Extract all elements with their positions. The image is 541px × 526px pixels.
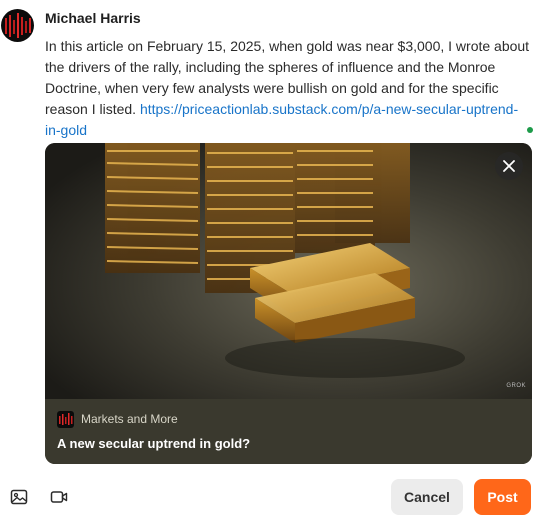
link-preview-card[interactable]: GROK Markets and More A new secular uptr… — [45, 143, 532, 464]
post-button[interactable]: Post — [474, 479, 531, 515]
gold-bars-image — [45, 143, 532, 399]
close-preview-button[interactable] — [495, 152, 523, 180]
avatar[interactable] — [1, 9, 34, 42]
image-icon — [10, 489, 28, 505]
status-dot — [527, 127, 533, 133]
avatar-chart-graphic — [5, 13, 31, 38]
publication-logo-icon — [59, 413, 73, 425]
video-icon — [50, 491, 68, 503]
close-icon — [503, 160, 515, 172]
cancel-button[interactable]: Cancel — [391, 479, 463, 515]
card-title[interactable]: A new secular uptrend in gold? — [57, 436, 250, 451]
publication-logo — [57, 411, 74, 428]
post-text: In this article on February 15, 2025, wh… — [45, 36, 531, 141]
add-video-button[interactable] — [50, 488, 68, 506]
publication-name: Markets and More — [81, 412, 178, 426]
add-image-button[interactable] — [10, 488, 28, 506]
image-watermark: GROK — [506, 383, 526, 389]
author-name[interactable]: Michael Harris — [45, 10, 141, 26]
card-footer: Markets and More A new secular uptrend i… — [45, 399, 532, 464]
